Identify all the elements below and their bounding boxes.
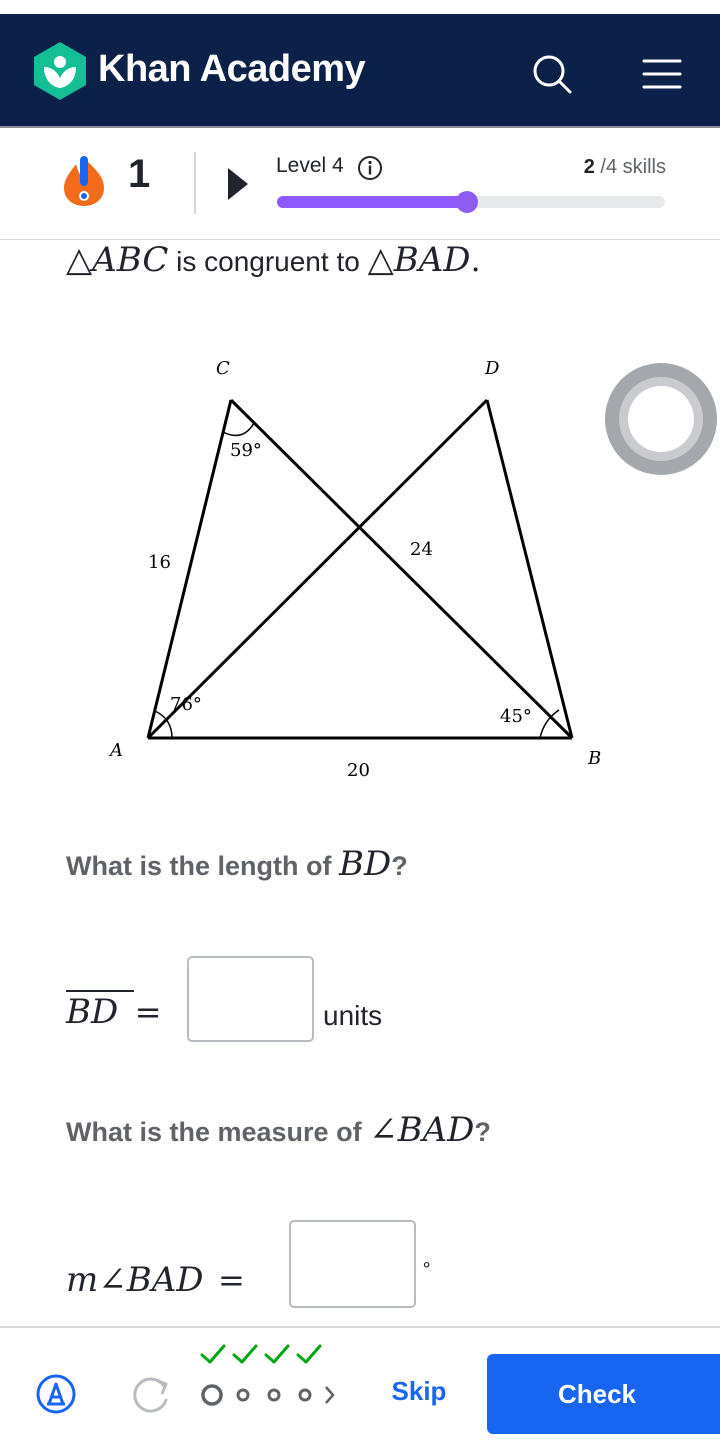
level-progress-knob xyxy=(456,191,479,213)
answer-1-equals: = xyxy=(134,993,162,1031)
units-label: units xyxy=(323,1000,383,1031)
problem-statement: △ABC is congruent to △BAD. xyxy=(66,240,481,280)
answer-2-lhs: m∠BAD = xyxy=(66,1260,245,1300)
triangle-abc: △ABC xyxy=(66,240,169,280)
skills-count: 2 /4 skills xyxy=(584,156,666,179)
question-2-prompt: What is the measure of xyxy=(66,1117,362,1147)
side-label-ab: 20 xyxy=(347,760,370,781)
side-label-ac: 16 xyxy=(148,552,171,573)
attempt-check-icon xyxy=(296,1344,322,1364)
skip-button[interactable]: Skip xyxy=(372,1376,466,1407)
khan-academy-logo-icon[interactable] xyxy=(32,40,88,102)
chevron-right-icon xyxy=(325,1386,335,1404)
attempt-check-icon xyxy=(264,1344,290,1364)
angle-label-a: 76° xyxy=(170,694,202,715)
level-label: Level 4 xyxy=(276,154,344,177)
question-1-prompt: What is the length of xyxy=(66,851,332,881)
vertex-label-a: A xyxy=(108,740,123,761)
skills-total: /4 skills xyxy=(600,156,666,178)
attempt-dot xyxy=(298,1388,312,1402)
attempt-check-icon xyxy=(200,1344,226,1364)
level-progress-fill xyxy=(277,196,468,208)
attempt-dot-current xyxy=(201,1384,223,1406)
answer-1-segment: BD xyxy=(66,992,119,1032)
loading-spinner-icon xyxy=(605,363,717,480)
streak-count: 1 xyxy=(128,152,151,196)
answer-2-angle: m∠BAD xyxy=(66,1260,204,1300)
angle-arc-c xyxy=(222,422,255,437)
segment-db xyxy=(485,399,574,739)
angle-label-c: 59° xyxy=(230,440,262,461)
vertex-label-b: B xyxy=(587,748,601,769)
hamburger-menu-icon[interactable] xyxy=(640,52,684,96)
check-button[interactable]: Check xyxy=(487,1354,720,1434)
divider xyxy=(194,152,196,214)
attempt-dot xyxy=(267,1388,281,1402)
question-1: What is the length of BD? xyxy=(66,844,408,884)
statement-period: . xyxy=(470,241,481,279)
triangle-figure: C D A B 59° 76° 45° 16 24 20 xyxy=(108,358,601,781)
accessibility-icon[interactable] xyxy=(36,1374,76,1419)
question-1-qmark: ? xyxy=(391,851,408,881)
play-icon[interactable] xyxy=(228,168,248,205)
triangle-bad: △BAD xyxy=(367,240,471,280)
answer-2-equals: = xyxy=(217,1261,245,1299)
streak-alert-icon xyxy=(62,154,106,213)
search-icon[interactable] xyxy=(530,52,574,96)
question-2-qmark: ? xyxy=(474,1117,491,1147)
segment-cb xyxy=(229,398,574,740)
top-navbar: Khan Academy xyxy=(0,14,720,126)
attempt-dot xyxy=(236,1388,250,1402)
brand-name[interactable]: Khan Academy xyxy=(98,48,366,91)
level-progress-track xyxy=(277,191,665,213)
vertex-label-c: C xyxy=(216,358,230,379)
side-label-cb: 24 xyxy=(410,539,433,560)
attempt-check-icon xyxy=(232,1344,258,1364)
question-1-segment: BD xyxy=(339,844,392,884)
bd-length-input[interactable] xyxy=(187,956,314,1042)
mastery-progress-bar: 1 Level 4 2 /4 skills xyxy=(0,126,720,240)
question-2-angle: ∠BAD xyxy=(369,1110,475,1150)
exercise-footer: Skip Check xyxy=(0,1326,720,1444)
angle-label-b: 45° xyxy=(500,706,532,727)
attempt-tracker xyxy=(200,1344,335,1406)
statement-text: is congruent to xyxy=(176,246,360,277)
degree-symbol: ∘ xyxy=(421,1254,433,1274)
bad-angle-input[interactable] xyxy=(289,1220,416,1308)
retry-icon[interactable] xyxy=(130,1374,174,1419)
vertex-label-d: D xyxy=(484,358,500,379)
segment-ad xyxy=(146,398,489,740)
question-2: What is the measure of ∠BAD? xyxy=(66,1110,491,1150)
info-icon[interactable] xyxy=(357,155,383,186)
skills-done: 2 xyxy=(583,156,595,178)
answer-1-lhs: BD = xyxy=(66,992,162,1032)
